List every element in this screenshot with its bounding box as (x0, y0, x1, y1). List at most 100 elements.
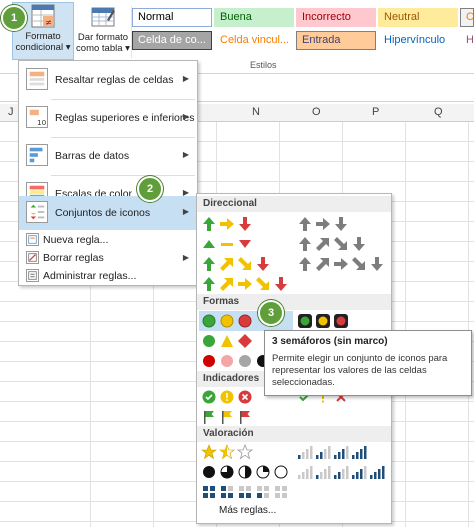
column-header-p[interactable]: P (372, 106, 379, 118)
icon-set-3-semaforos-sin-marco[interactable] (201, 313, 261, 331)
menu-item-reglas-superiores[interactable]: 10 Reglas superiores e inferiores ▶ (19, 101, 197, 135)
section-formas: Formas (197, 294, 391, 310)
highlight-rules-icon (26, 68, 48, 90)
icon-sets-icon (26, 201, 48, 223)
icon-set-5-flechas-gris[interactable] (297, 256, 391, 274)
icon-set-3-flechas-color[interactable] (201, 216, 387, 234)
arrow-right-yellow-icon (220, 218, 234, 230)
dar-formato-tabla-button[interactable]: Dar formato como tabla ▾ (76, 4, 130, 60)
formato-condicional-line2: condicional ▾ (15, 42, 71, 53)
exclamation-circle-icon (220, 390, 234, 404)
arrow-down-red-icon (239, 217, 251, 231)
clear-rules-icon (26, 251, 39, 264)
icon-set-5-cuartos[interactable] (201, 464, 295, 482)
arrow-up-green-icon (203, 257, 215, 271)
menu-separator (51, 99, 195, 100)
menu-item-barras-datos[interactable]: Barras de datos ▶ (19, 139, 197, 173)
diamond-red-icon (238, 334, 252, 348)
mas-reglas-link[interactable]: Más reglas... (219, 505, 276, 516)
style-hipervinculo-visitado[interactable]: Hip (460, 31, 474, 50)
menu-item-resaltar-reglas[interactable]: Resaltar reglas de celdas ▶ (19, 63, 197, 97)
menu-item-label: Nueva regla... (43, 234, 109, 246)
icon-set-4-calificaciones[interactable] (297, 444, 377, 462)
style-entrada[interactable]: Entrada (296, 31, 376, 50)
column-header-j[interactable]: J (8, 106, 14, 118)
icon-set-5-cuadros[interactable] (201, 484, 295, 502)
menu-separator (51, 137, 195, 138)
circle-yellow-icon (220, 314, 234, 328)
traffic-light-red-icon (334, 314, 348, 328)
section-direccional: Direccional (197, 196, 391, 212)
circle-pink-icon (221, 355, 233, 367)
style-calculo[interactable]: Cál (460, 8, 474, 27)
icon-set-4-flechas-gris[interactable] (297, 236, 377, 254)
cross-circle-icon (238, 390, 252, 404)
submenu-arrow-icon: ▶ (182, 112, 189, 121)
arrow-down-gray-icon (353, 237, 365, 251)
style-neutral[interactable]: Neutral (378, 8, 458, 27)
arrow-down-right-yellow-icon (256, 277, 269, 290)
styles-group-caption: Estilos (250, 60, 277, 70)
menu-item-label: Barras de datos (55, 150, 130, 162)
boxes-0-icon (275, 486, 287, 498)
arrow-down-red-icon (275, 277, 287, 291)
signal-bars-4-icon (352, 446, 367, 459)
icon-set-3-senales[interactable] (201, 333, 261, 351)
arrow-up-right-yellow-icon (220, 258, 233, 271)
column-header-n[interactable]: N (252, 106, 260, 118)
tooltip-text: Permite elegir un conjunto de iconos par… (272, 353, 448, 388)
dar-formato-line2: como tabla ▾ (76, 43, 130, 54)
submenu-arrow-icon: ▶ (182, 74, 189, 83)
formato-condicional-line1: Formato (25, 31, 61, 42)
menu-item-administrar-reglas[interactable]: Administrar reglas... (19, 267, 197, 285)
style-hipervinculo[interactable]: Hipervínculo (378, 31, 458, 50)
flag-green-icon (204, 411, 214, 424)
top-bottom-rules-icon: 10 (26, 106, 48, 128)
style-incorrecto[interactable]: Incorrecto (296, 8, 376, 27)
menu-item-nueva-regla[interactable]: Nueva regla... (19, 231, 197, 249)
svg-text:10: 10 (37, 118, 47, 127)
menu-item-label: Administrar reglas... (43, 270, 137, 282)
boxes-3-icon (221, 486, 233, 498)
boxes-4-icon (203, 486, 215, 498)
signal-bars-4-icon (370, 466, 385, 479)
star-empty-icon (237, 444, 253, 460)
style-celda-comprobacion[interactable]: Celda de co... (132, 31, 212, 50)
boxes-1-icon (257, 486, 269, 498)
column-header-q[interactable]: Q (434, 106, 443, 118)
arrow-down-right-gray-icon (352, 257, 365, 270)
arrow-up-gray-icon (299, 217, 311, 231)
quarter-empty-icon (274, 465, 288, 479)
column-header-o[interactable]: O (312, 106, 321, 118)
style-buena[interactable]: Buena (214, 8, 294, 27)
arrow-down-right-gray-icon (334, 237, 347, 250)
menu-item-label: Conjuntos de iconos (55, 207, 151, 219)
icon-set-3-triangulos[interactable] (201, 236, 261, 254)
icon-set-3-estrellas[interactable] (201, 444, 261, 462)
icon-set-3-marcas[interactable] (201, 409, 261, 427)
menu-item-conjuntos-iconos[interactable]: Conjuntos de iconos ▶ (19, 196, 197, 230)
menu-item-borrar-reglas[interactable]: Borrar reglas ▶ (19, 249, 197, 267)
format-table-icon (91, 7, 115, 27)
icon-set-3-flechas-gris[interactable] (297, 216, 357, 234)
style-normal[interactable]: Normal (132, 8, 212, 27)
icon-set-5-flechas-color[interactable] (201, 276, 295, 294)
menu-separator (51, 175, 195, 176)
signal-bars-0-icon (298, 466, 313, 479)
submenu-arrow-icon: ▶ (182, 253, 189, 262)
check-circle-icon (202, 390, 216, 404)
traffic-light-green-icon (298, 314, 312, 328)
menu-item-label: Borrar reglas (43, 252, 104, 264)
arrow-up-right-gray-icon (316, 238, 329, 251)
arrow-down-red-icon (257, 257, 269, 271)
icon-set-3-simbolos-con-circulo[interactable] (201, 389, 261, 407)
step-badge-1: 1 (1, 5, 27, 31)
icon-set-5-calificaciones[interactable] (297, 464, 391, 482)
icon-set-4-flechas-color[interactable] (201, 256, 281, 274)
circle-green-icon (203, 335, 215, 347)
arrow-up-right-gray-icon (316, 258, 329, 271)
style-celda-vinculada[interactable]: Celda vincul... (214, 31, 294, 50)
icon-set-3-semaforos-con-marco[interactable] (297, 313, 357, 331)
star-half-icon (219, 444, 235, 460)
traffic-light-yellow-icon (316, 314, 330, 328)
